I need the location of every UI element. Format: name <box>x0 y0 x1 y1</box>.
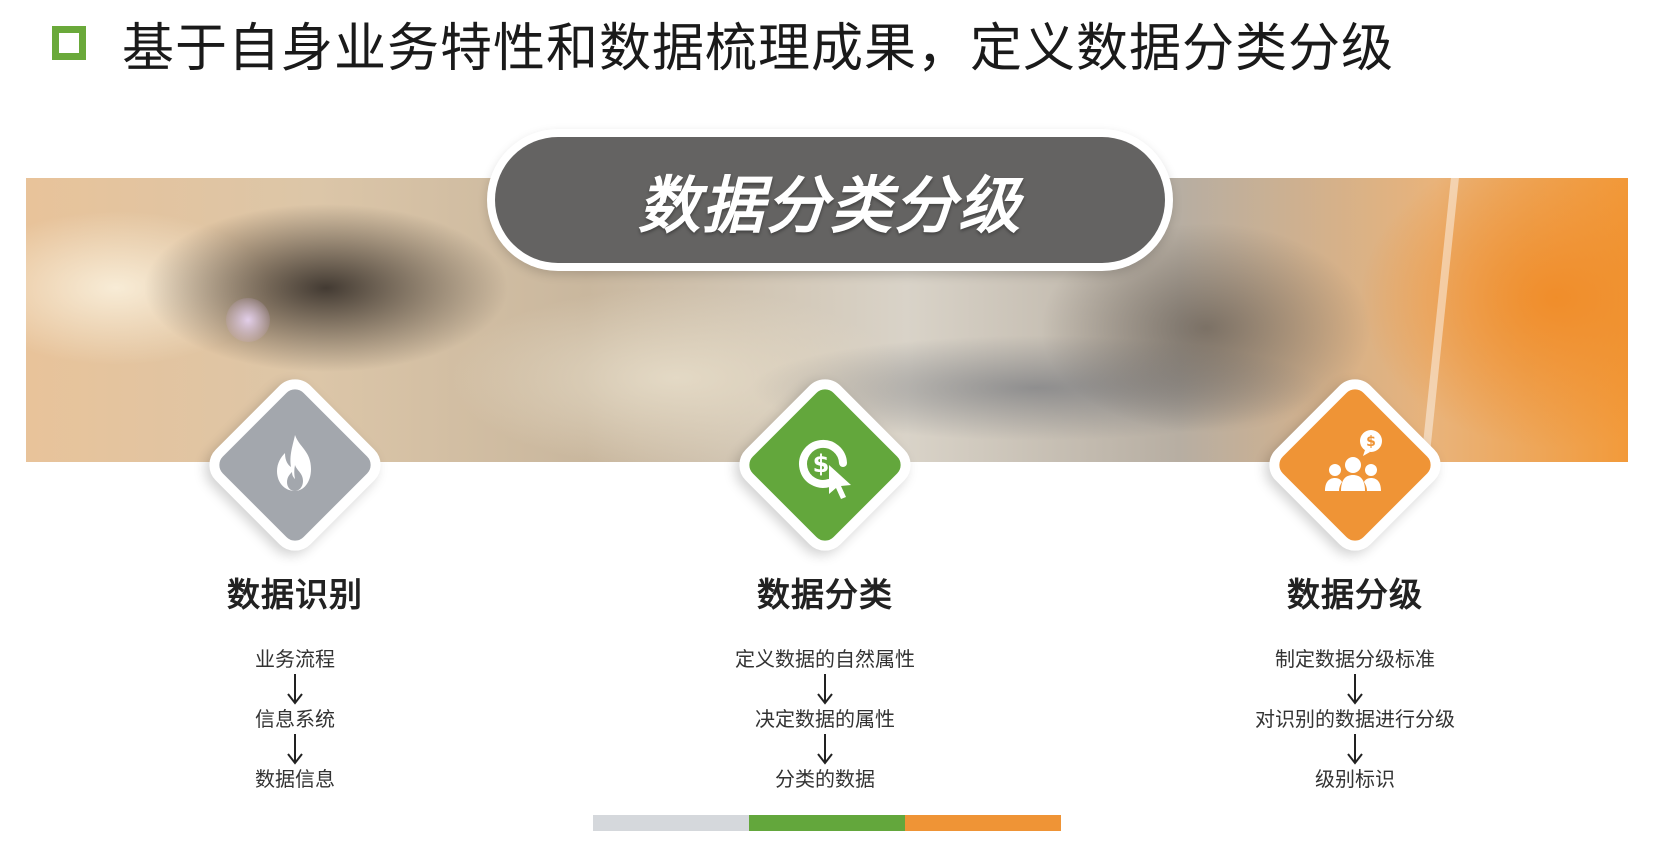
column-classify: 数据分类 定义数据的自然属性 决定数据的属性 分类的数据 <box>665 568 985 792</box>
step-text: 定义数据的自然属性 <box>735 647 915 671</box>
step-text: 业务流程 <box>255 647 335 671</box>
step-text: 信息系统 <box>255 707 335 731</box>
square-bullet-icon <box>52 26 86 60</box>
slide: 基于自身业务特性和数据梳理成果，定义数据分类分级 数据分类分级 $ $ 数据识别… <box>0 0 1654 850</box>
people-dollar-icon: $ <box>1325 430 1382 491</box>
svg-text:$: $ <box>1366 434 1376 450</box>
column-identify: 数据识别 业务流程 信息系统 数据信息 <box>135 568 455 792</box>
banner-glow <box>226 298 270 342</box>
color-bar-orange <box>905 815 1061 831</box>
color-bar-gray <box>593 815 749 831</box>
step-text: 制定数据分级标准 <box>1275 647 1435 671</box>
column-grade: 数据分级 制定数据分级标准 对识别的数据进行分级 级别标识 <box>1195 568 1515 792</box>
step-text: 数据信息 <box>255 767 335 791</box>
svg-text:$: $ <box>813 450 830 478</box>
column-heading: 数据分类 <box>757 575 893 614</box>
header-pill-label: 数据分类分级 <box>637 169 1022 242</box>
down-arrow-icon <box>287 674 303 705</box>
step-text: 级别标识 <box>1315 767 1395 791</box>
down-arrow-icon <box>817 674 833 705</box>
color-bar-green <box>749 815 905 831</box>
column-heading: 数据识别 <box>227 575 363 614</box>
step-text: 决定数据的属性 <box>755 707 895 731</box>
diamond-grade: $ <box>1260 370 1450 560</box>
title-row: 基于自身业务特性和数据梳理成果，定义数据分类分级 <box>52 8 1395 79</box>
dollar-cursor-icon: $ <box>799 439 851 499</box>
down-arrow-icon <box>287 734 303 765</box>
diamond-identify <box>200 370 390 560</box>
step-text: 对识别的数据进行分级 <box>1255 707 1455 731</box>
column-heading: 数据分级 <box>1287 575 1423 614</box>
down-arrow-icon <box>817 734 833 765</box>
color-bar <box>593 815 1061 831</box>
down-arrow-icon <box>1347 734 1363 765</box>
down-arrow-icon <box>1347 674 1363 705</box>
page-title: 基于自身业务特性和数据梳理成果，定义数据分类分级 <box>122 18 1395 79</box>
header-pill: 数据分类分级 <box>487 129 1173 271</box>
flame-icon <box>277 435 311 491</box>
diamond-classify: $ <box>730 370 920 560</box>
header-pill-inner: 数据分类分级 <box>495 137 1165 263</box>
step-text: 分类的数据 <box>775 767 875 791</box>
